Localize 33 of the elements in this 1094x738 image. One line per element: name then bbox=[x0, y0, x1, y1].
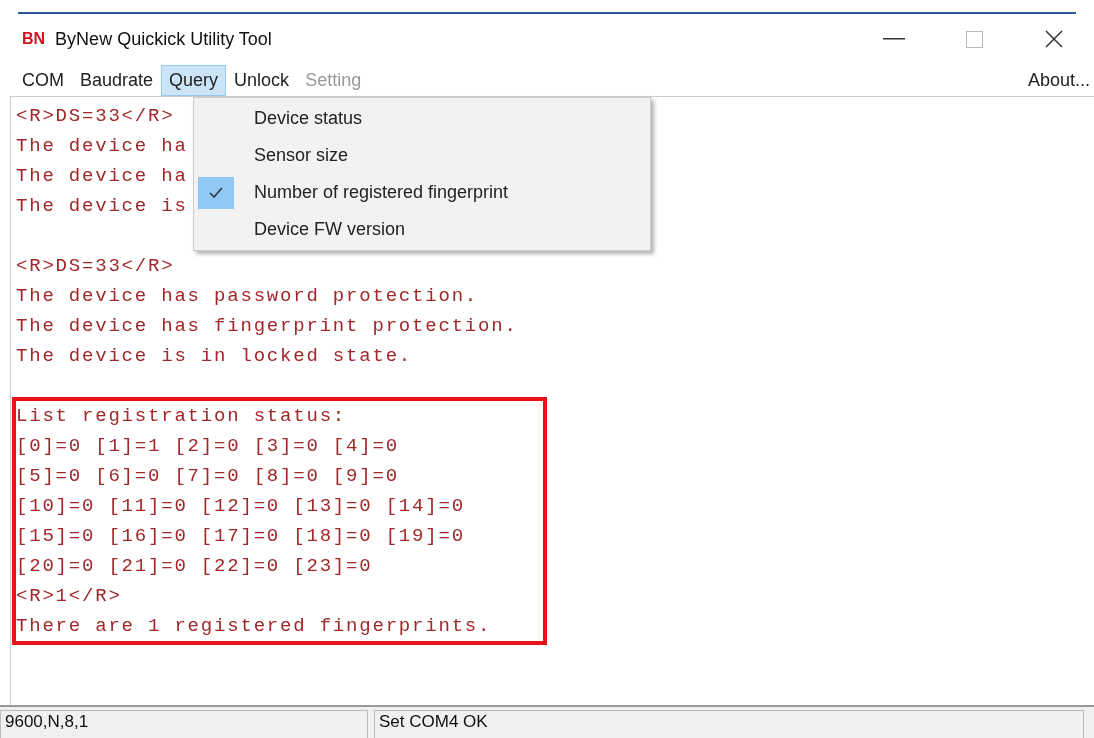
log-line: There are 1 registered fingerprints. bbox=[16, 614, 492, 639]
window-title: ByNew Quickick Utility Tool bbox=[55, 28, 273, 50]
log-line: [20]=0 [21]=0 [22]=0 [23]=0 bbox=[16, 554, 374, 579]
status-panel: 9600,N,8,1 bbox=[0, 710, 368, 738]
menu-item[interactable]: Query bbox=[161, 64, 227, 96]
log-line: The device ha bbox=[16, 164, 188, 189]
menu-item[interactable]: Unlock bbox=[226, 64, 298, 96]
log-line: The device is bbox=[16, 194, 188, 219]
log-line: [0]=0 [1]=1 [2]=0 [3]=0 [4]=0 bbox=[16, 434, 400, 459]
app-logo: BN bbox=[22, 30, 46, 48]
log-line: <R>DS=33</R> bbox=[16, 104, 176, 129]
log-line: The device has fingerprint protection. bbox=[16, 314, 518, 339]
log-line: [10]=0 [11]=0 [12]=0 [13]=0 [14]=0 bbox=[16, 494, 466, 519]
log-line: The device is in locked state. bbox=[16, 344, 414, 369]
dropdown-item[interactable]: Number of registered fingerprint bbox=[194, 174, 650, 211]
log-line: The device ha bbox=[16, 134, 188, 159]
menu-item[interactable]: COM bbox=[14, 64, 72, 96]
log-line: [15]=0 [16]=0 [17]=0 [18]=0 [19]=0 bbox=[16, 524, 466, 549]
close-icon bbox=[1045, 30, 1063, 48]
menu-item[interactable]: About... bbox=[1023, 65, 1094, 95]
status-panel: Set COM4 OK bbox=[374, 710, 1084, 738]
check-icon bbox=[209, 187, 223, 198]
log-line: <R>DS=33</R> bbox=[16, 254, 176, 279]
menu-item[interactable]: Baudrate bbox=[72, 64, 162, 96]
dropdown-item[interactable]: Device FW version bbox=[194, 211, 650, 248]
log-line: The device has password protection. bbox=[16, 284, 480, 309]
dropdown-item[interactable]: Device status bbox=[194, 100, 650, 137]
minimize-icon bbox=[883, 38, 905, 40]
maximize-icon bbox=[965, 30, 983, 48]
log-line: [5]=0 [6]=0 [7]=0 [8]=0 [9]=0 bbox=[16, 464, 400, 489]
dropdown-item[interactable]: Sensor size bbox=[194, 137, 650, 174]
log-line: List registration status: bbox=[16, 404, 348, 429]
log-line: <R>1</R> bbox=[16, 584, 123, 609]
